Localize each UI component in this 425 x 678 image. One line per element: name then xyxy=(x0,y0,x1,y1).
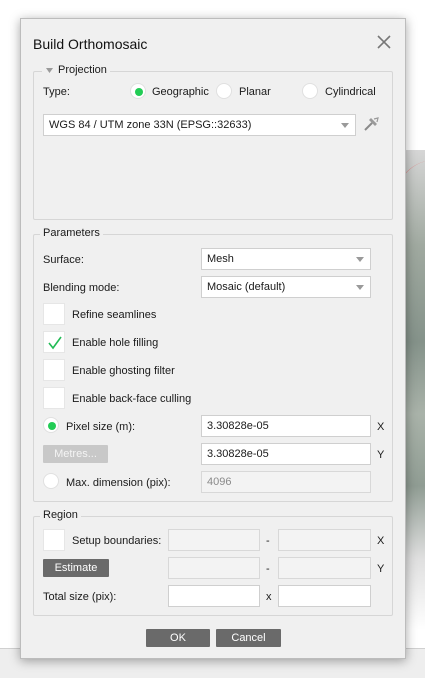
pixel-size-x-input[interactable]: 3.30828e-05 xyxy=(201,415,371,437)
chevron-down-icon xyxy=(356,285,364,290)
ghosting-filter-label[interactable]: Enable ghosting filter xyxy=(72,365,175,377)
range-dash-y: - xyxy=(266,563,270,575)
projection-legend[interactable]: Projection xyxy=(42,64,110,76)
dialog-titlebar: Build Orthomosaic xyxy=(21,19,405,67)
collapse-arrow-icon[interactable] xyxy=(45,66,54,75)
region-group: Region Setup boundaries: - X Estimate - … xyxy=(33,509,393,616)
checkmark-icon xyxy=(48,336,62,350)
radio-planar-label[interactable]: Planar xyxy=(239,86,271,98)
radio-geographic[interactable] xyxy=(130,83,146,99)
refine-seamlines-label[interactable]: Refine seamlines xyxy=(72,309,156,321)
pixel-size-radio[interactable] xyxy=(43,417,59,433)
radio-planar[interactable] xyxy=(216,83,232,99)
parameters-legend: Parameters xyxy=(40,227,103,239)
backface-culling-label[interactable]: Enable back-face culling xyxy=(72,393,191,405)
y-axis-label: Y xyxy=(377,449,385,461)
crs-select-value: WGS 84 / UTM zone 33N (EPSG::32633) xyxy=(49,119,252,131)
pixel-size-y-input[interactable]: 3.30828e-05 xyxy=(201,443,371,465)
blending-mode-select-value: Mosaic (default) xyxy=(207,281,286,293)
radio-cylindrical-label[interactable]: Cylindrical xyxy=(325,86,376,98)
max-dimension-input[interactable]: 4096 xyxy=(201,471,371,493)
chevron-down-icon xyxy=(356,257,364,262)
dialog-title: Build Orthomosaic xyxy=(33,36,148,52)
projection-group: Projection Type: Geographic Planar Cylin… xyxy=(33,64,393,220)
boundary-y-max-input[interactable] xyxy=(278,557,371,579)
surface-label: Surface: xyxy=(43,254,84,266)
region-y-axis-label: Y xyxy=(377,563,385,575)
hole-filling-checkbox[interactable] xyxy=(43,331,65,353)
surface-select-value: Mesh xyxy=(207,253,234,265)
boundary-x-max-input[interactable] xyxy=(278,529,371,551)
total-size-label: Total size (pix): xyxy=(43,591,117,603)
backface-culling-checkbox[interactable] xyxy=(43,387,65,409)
type-label: Type: xyxy=(43,86,70,98)
refine-seamlines-checkbox[interactable] xyxy=(43,303,65,325)
setup-boundaries-checkbox[interactable] xyxy=(43,529,65,551)
pixel-size-label[interactable]: Pixel size (m): xyxy=(66,421,135,433)
setup-boundaries-label[interactable]: Setup boundaries: xyxy=(72,535,161,547)
radio-cylindrical[interactable] xyxy=(302,83,318,99)
boundary-x-min-input[interactable] xyxy=(168,529,260,551)
surface-select[interactable]: Mesh xyxy=(201,248,371,270)
total-size-times-label: x xyxy=(266,591,272,603)
close-icon[interactable] xyxy=(375,33,393,51)
total-size-height-input[interactable] xyxy=(278,585,371,607)
hole-filling-label[interactable]: Enable hole filling xyxy=(72,337,158,349)
max-dimension-label[interactable]: Max. dimension (pix): xyxy=(66,477,171,489)
region-x-axis-label: X xyxy=(377,535,385,547)
projection-legend-label: Projection xyxy=(58,64,107,76)
max-dimension-radio[interactable] xyxy=(43,473,59,489)
parameters-legend-label: Parameters xyxy=(43,227,100,239)
ok-button[interactable]: OK xyxy=(146,629,210,647)
radio-geographic-label[interactable]: Geographic xyxy=(152,86,209,98)
metres-button[interactable]: Metres... xyxy=(43,445,108,463)
ghosting-filter-checkbox[interactable] xyxy=(43,359,65,381)
crs-select[interactable]: WGS 84 / UTM zone 33N (EPSG::32633) xyxy=(43,114,356,136)
parameters-group: Parameters Surface: Mesh Blending mode: … xyxy=(33,227,393,502)
region-legend-label: Region xyxy=(43,509,78,521)
range-dash-x: - xyxy=(266,535,270,547)
chevron-down-icon xyxy=(341,123,349,128)
blending-mode-select[interactable]: Mosaic (default) xyxy=(201,276,371,298)
cancel-button[interactable]: Cancel xyxy=(216,629,281,647)
x-axis-label: X xyxy=(377,421,385,433)
total-size-width-input[interactable] xyxy=(168,585,260,607)
boundary-y-min-input[interactable] xyxy=(168,557,260,579)
blending-mode-label: Blending mode: xyxy=(43,282,120,294)
build-orthomosaic-dialog: Build Orthomosaic Projection Type: Geogr… xyxy=(20,18,406,659)
crs-settings-icon[interactable] xyxy=(362,115,380,133)
estimate-button[interactable]: Estimate xyxy=(43,559,109,577)
region-legend: Region xyxy=(40,509,81,521)
